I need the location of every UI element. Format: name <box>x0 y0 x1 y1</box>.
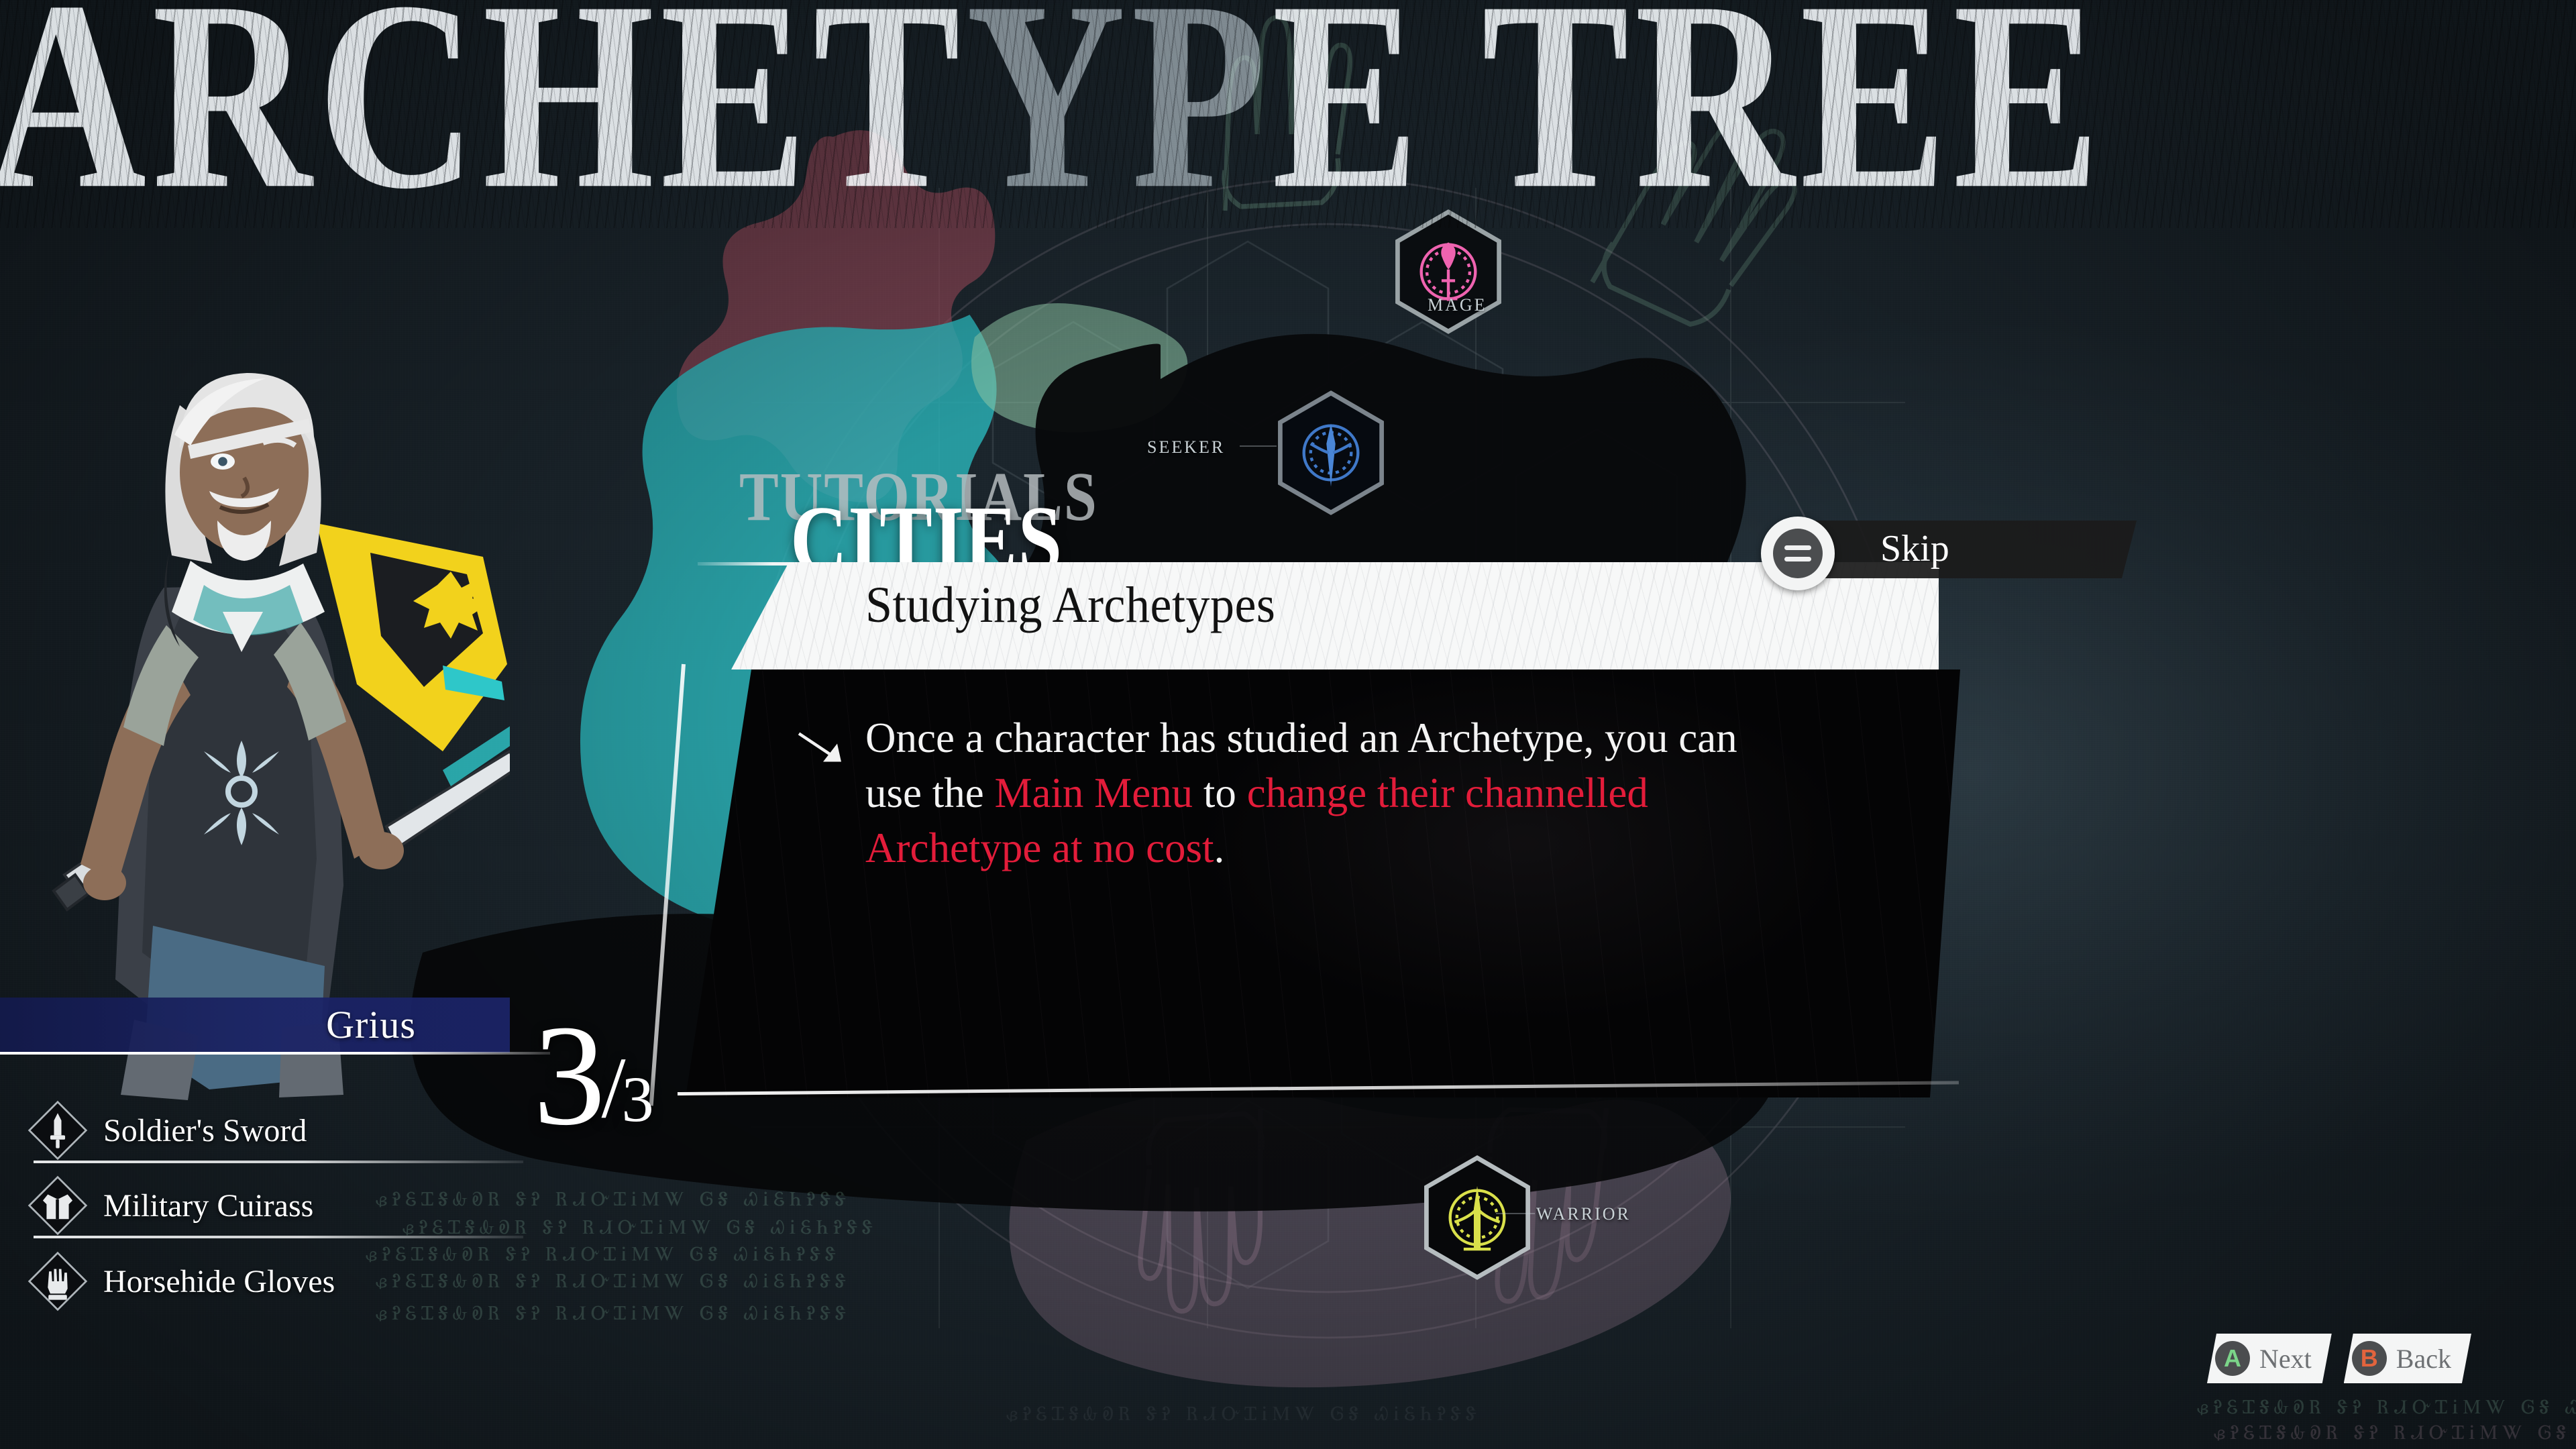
hexagon-frame <box>1421 1154 1534 1281</box>
sword-icon <box>27 1099 89 1161</box>
glove-icon <box>27 1250 89 1312</box>
character-name: Grius <box>326 1003 416 1046</box>
tutorial-heading: Studying Archetypes <box>865 576 1276 633</box>
bullet-arrow-icon <box>795 723 855 770</box>
skip-button-plate <box>1801 521 2137 578</box>
menu-icon-inner <box>1773 529 1823 578</box>
equipment-row-weapon[interactable]: Soldier's Sword <box>0 1090 510 1171</box>
equipment-row-gloves[interactable]: Horsehide Gloves <box>0 1241 510 1322</box>
page-title-part-3: E TREE <box>1271 0 2106 246</box>
character-portrait <box>40 349 510 1100</box>
skip-button-label: Skip <box>1880 528 1949 570</box>
equipment-label-gloves: Horsehide Gloves <box>103 1263 335 1299</box>
page-title-part-1: ARCHET <box>0 0 966 246</box>
archetype-node-seeker-label: SEEKER <box>1147 437 1226 457</box>
skip-button[interactable]: Skip <box>1761 517 2137 590</box>
page-title-part-2: YP <box>965 0 1272 246</box>
game-screen: ᏸᎮᏋᏆᎦᎲᎧᏒ ᏕᎮ ᏒᏗᏅᏆᎥᎷᏔ ᎶᎦ ᏇᎥᏋᏂᎮᏕᏕ ᏸᎮᏋᏆᎦᎲᎧᏒ … <box>0 0 2576 1449</box>
archetype-node-warrior[interactable] <box>1421 1154 1534 1281</box>
node-connector-seeker <box>1240 445 1277 447</box>
menu-icon <box>1761 517 1835 590</box>
hexagon-frame <box>1275 389 1387 517</box>
body-seg-5: . <box>1214 824 1225 871</box>
body-seg-highlight-main-menu: Main Menu <box>994 769 1193 816</box>
equipment-row-armor[interactable]: Military Cuirass <box>0 1165 510 1246</box>
prompt-next[interactable]: A Next <box>2207 1334 2332 1383</box>
equipment-label-armor: Military Cuirass <box>103 1187 314 1224</box>
body-seg-3: to <box>1193 769 1247 816</box>
chest-armor-icon <box>27 1175 89 1236</box>
page-counter-total: 3 <box>621 1063 654 1135</box>
node-connector-warrior <box>1496 1213 1535 1214</box>
page-counter-current: 3 <box>533 995 606 1155</box>
equipment-separator-2 <box>34 1236 523 1238</box>
tutorial-page-counter: 3/3 <box>533 1003 654 1147</box>
button-a-icon: A <box>2215 1341 2250 1376</box>
archetype-node-seeker[interactable] <box>1275 389 1387 517</box>
equipment-label-weapon: Soldier's Sword <box>103 1112 307 1148</box>
archetype-node-warrior-label: WARRIOR <box>1536 1204 1631 1224</box>
character-name-underline <box>0 1052 550 1055</box>
prompt-next-label: Next <box>2259 1343 2312 1374</box>
page-title: ARCHETYPE TREE <box>0 0 2576 231</box>
button-b-icon: B <box>2352 1341 2387 1376</box>
button-prompts: A Next B Back <box>2207 1334 2471 1383</box>
prompt-back-label: Back <box>2396 1343 2451 1374</box>
tutorial-body-text: Once a character has studied an Archetyp… <box>865 711 1778 876</box>
prompt-back[interactable]: B Back <box>2344 1334 2471 1383</box>
archetype-node-mage-label: MAGE <box>1428 295 1487 315</box>
equipment-separator-1 <box>34 1161 523 1163</box>
